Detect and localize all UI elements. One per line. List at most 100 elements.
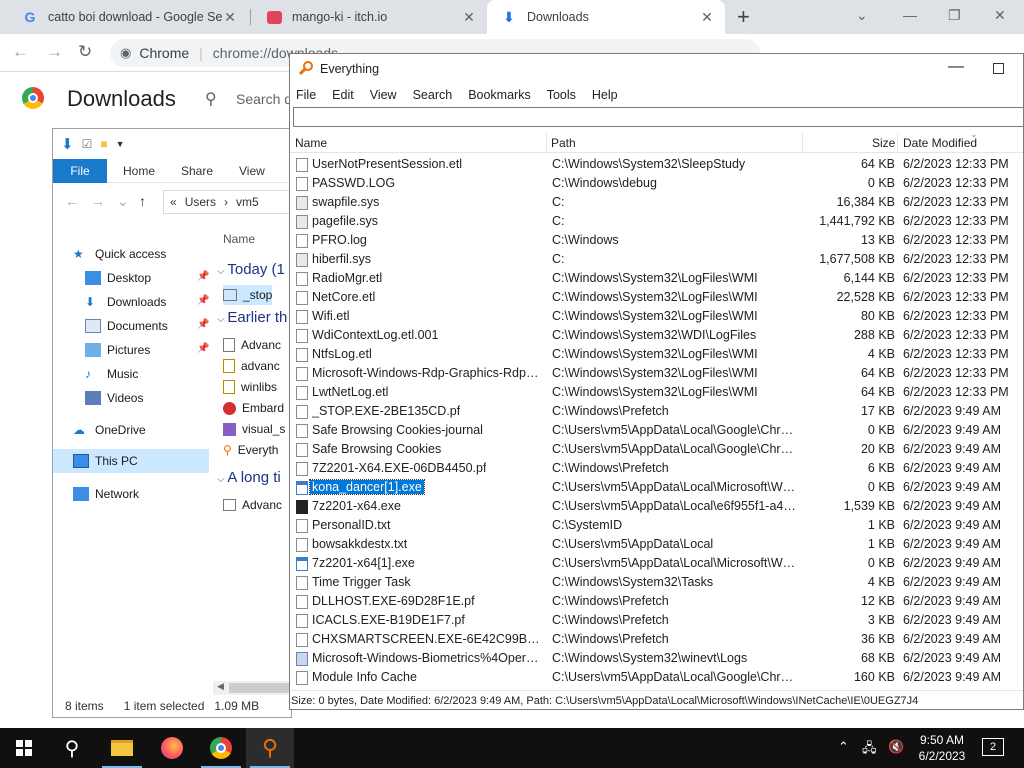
column-size[interactable]: Size bbox=[872, 136, 895, 150]
up-icon[interactable]: ↑ bbox=[139, 193, 146, 209]
tab-downloads[interactable]: ⬇ Downloads ✕ bbox=[487, 0, 725, 34]
search-icon[interactable]: ⚲ bbox=[48, 728, 96, 768]
list-item[interactable]: advanc bbox=[223, 356, 280, 376]
tab-view[interactable]: View bbox=[239, 159, 265, 183]
list-item[interactable]: Advanc bbox=[223, 335, 281, 355]
new-tab-button[interactable]: + bbox=[737, 4, 750, 30]
notifications-icon[interactable]: 2 bbox=[982, 738, 1004, 756]
result-row[interactable]: Microsoft-Windows-Rdp-Graphics-RdpId... C… bbox=[290, 364, 1023, 383]
nav-this-pc[interactable]: This PC bbox=[53, 449, 209, 473]
result-row[interactable]: Wifi.etl C:\Windows\System32\LogFiles\WMI… bbox=[290, 307, 1023, 326]
result-row[interactable]: PASSWD.LOG C:\Windows\debug 0 KB 6/2/2023 1… bbox=[290, 174, 1023, 193]
back-icon[interactable]: ← bbox=[12, 42, 29, 62]
scroll-left-icon[interactable]: ◀ bbox=[217, 681, 224, 692]
close-icon[interactable]: ✕ bbox=[461, 9, 477, 26]
list-item[interactable]: _stop bbox=[223, 285, 273, 305]
minimize-icon[interactable]: — bbox=[948, 58, 964, 76]
pin-icon[interactable]: 📌 bbox=[197, 319, 209, 330]
volume-muted-icon[interactable]: 🔇 bbox=[888, 739, 904, 755]
close-icon[interactable]: ✕ bbox=[699, 9, 715, 26]
nav-videos[interactable]: Videos bbox=[85, 387, 143, 409]
network-icon[interactable]: 🖧 bbox=[862, 739, 877, 761]
menu-file[interactable]: File bbox=[296, 88, 324, 102]
result-row[interactable]: ICACLS.EXE-B19DE1F7.pf C:\Windows\Prefetc… bbox=[290, 611, 1023, 630]
result-row[interactable]: 7Z2201-X64.EXE-06DB4450.pf C:\Windows\Pre… bbox=[290, 459, 1023, 478]
result-row[interactable]: PFRO.log C:\Windows 13 KB 6/2/2023 12:33 PM bbox=[290, 231, 1023, 250]
result-row[interactable]: kona_dancer[1].exe C:\Users\vm5\AppData\L… bbox=[290, 478, 1023, 497]
result-row[interactable]: WdiContextLog.etl.001 C:\Windows\System32… bbox=[290, 326, 1023, 345]
everything-search-input[interactable] bbox=[293, 107, 1023, 127]
tab-google-search[interactable]: G catto boi download - Google Sea ✕ bbox=[8, 0, 248, 34]
tab-home[interactable]: Home bbox=[123, 159, 155, 183]
result-row[interactable]: NetCore.etl C:\Windows\System32\LogFiles\… bbox=[290, 288, 1023, 307]
back-icon[interactable]: ← bbox=[65, 193, 79, 209]
close-icon[interactable]: ✕ bbox=[222, 9, 238, 26]
tab-file[interactable]: File bbox=[53, 159, 107, 183]
minimize-icon[interactable]: — bbox=[903, 4, 917, 26]
result-row[interactable]: DLLHOST.EXE-69D28F1E.pf C:\Windows\Prefet… bbox=[290, 592, 1023, 611]
system-clock[interactable]: 9:50 AM 6/2/2023 bbox=[912, 732, 972, 764]
result-row[interactable]: RadioMgr.etl C:\Windows\System32\LogFiles… bbox=[290, 269, 1023, 288]
result-row[interactable]: _STOP.EXE-2BE135CD.pf C:\Windows\Prefetch… bbox=[290, 402, 1023, 421]
breadcrumb-vm5[interactable]: vm5 bbox=[236, 195, 259, 209]
menu-bookmarks[interactable]: Bookmarks bbox=[468, 88, 539, 102]
tab-itch[interactable]: mango-ki - itch.io ✕ bbox=[252, 0, 487, 34]
list-item[interactable]: Embard bbox=[223, 398, 284, 418]
result-row[interactable]: 7z2201-x64.exe C:\Users\vm5\AppData\Local… bbox=[290, 497, 1023, 516]
list-item[interactable]: ⚲ Everyth bbox=[223, 440, 278, 460]
tab-share[interactable]: Share bbox=[181, 159, 213, 183]
tab-search-icon[interactable]: ⌄ bbox=[856, 4, 868, 26]
result-row[interactable]: Module Info Cache C:\Users\vm5\AppData\Lo… bbox=[290, 668, 1023, 687]
column-name[interactable]: Name bbox=[295, 136, 327, 150]
result-row[interactable]: CHXSMARTSCREEN.EXE-6E42C99B.pf C:\Windows… bbox=[290, 630, 1023, 649]
result-row[interactable]: Time Trigger Task C:\Windows\System32\Tas… bbox=[290, 573, 1023, 592]
menu-edit[interactable]: Edit bbox=[332, 88, 362, 102]
group-earlier[interactable]: ⌵ Earlier th bbox=[217, 309, 287, 326]
result-row[interactable]: LwtNetLog.etl C:\Windows\System32\LogFile… bbox=[290, 383, 1023, 402]
scrollbar-thumb[interactable] bbox=[229, 683, 289, 693]
result-row[interactable]: 7z2201-x64[1].exe C:\Users\vm5\AppData\Lo… bbox=[290, 554, 1023, 573]
down-arrow-icon[interactable]: ⬇ bbox=[61, 135, 74, 153]
pin-icon[interactable]: 📌 bbox=[197, 295, 209, 306]
nav-pictures[interactable]: Pictures bbox=[85, 339, 150, 361]
result-row[interactable]: Safe Browsing Cookies-journal C:\Users\vm… bbox=[290, 421, 1023, 440]
menu-view[interactable]: View bbox=[370, 88, 405, 102]
address-bar[interactable]: « Users › vm5 bbox=[163, 190, 291, 214]
forward-icon[interactable]: → bbox=[46, 42, 63, 62]
column-separator[interactable] bbox=[802, 133, 803, 153]
column-header-name[interactable]: Name bbox=[223, 229, 255, 249]
list-item[interactable]: Advanc bbox=[223, 495, 282, 515]
nav-downloads[interactable]: ⬇ Downloads bbox=[85, 291, 166, 313]
horizontal-scrollbar[interactable]: ◀ bbox=[213, 681, 291, 695]
recent-icon[interactable]: ⌄ bbox=[117, 193, 129, 210]
chevron-up-icon[interactable]: ⌃ bbox=[838, 739, 849, 755]
nav-network[interactable]: Network bbox=[73, 483, 139, 505]
windows-start-icon[interactable] bbox=[16, 740, 32, 756]
folder-icon[interactable]: ■ bbox=[100, 137, 107, 151]
nav-music[interactable]: ♪ Music bbox=[85, 363, 138, 385]
group-today[interactable]: ⌵ Today (1 bbox=[217, 261, 285, 278]
group-long-time[interactable]: ⌵ A long ti bbox=[217, 469, 281, 486]
firefox-icon[interactable] bbox=[148, 728, 196, 768]
column-path[interactable]: Path bbox=[551, 136, 576, 150]
chrome-icon[interactable] bbox=[197, 728, 245, 768]
restore-icon[interactable]: ❐ bbox=[948, 4, 961, 26]
search-icon[interactable]: ⚲ bbox=[205, 89, 217, 109]
nav-documents[interactable]: Documents bbox=[85, 315, 168, 337]
close-window-icon[interactable]: ✕ bbox=[994, 4, 1006, 26]
properties-icon[interactable]: ☑ bbox=[82, 137, 93, 151]
maximize-icon[interactable] bbox=[993, 63, 1004, 74]
list-item[interactable]: visual_s bbox=[223, 419, 285, 439]
result-row[interactable]: PersonalID.txt C:\SystemID 1 KB 6/2/2023 9:… bbox=[290, 516, 1023, 535]
menu-search[interactable]: Search bbox=[413, 88, 461, 102]
menu-help[interactable]: Help bbox=[592, 88, 626, 102]
result-row[interactable]: Safe Browsing Cookies C:\Users\vm5\AppDat… bbox=[290, 440, 1023, 459]
forward-icon[interactable]: → bbox=[91, 193, 105, 209]
result-row[interactable]: bowsakkdestx.txt C:\Users\vm5\AppData\Loc… bbox=[290, 535, 1023, 554]
nav-desktop[interactable]: Desktop bbox=[85, 267, 151, 289]
pin-icon[interactable]: 📌 bbox=[197, 343, 209, 354]
breadcrumb-users[interactable]: Users bbox=[185, 195, 216, 209]
result-row[interactable]: Microsoft-Windows-Biometrics%4Operati...… bbox=[290, 649, 1023, 668]
everything-taskbar-icon[interactable]: ⚲ bbox=[246, 728, 294, 768]
file-explorer-icon[interactable] bbox=[98, 728, 146, 768]
